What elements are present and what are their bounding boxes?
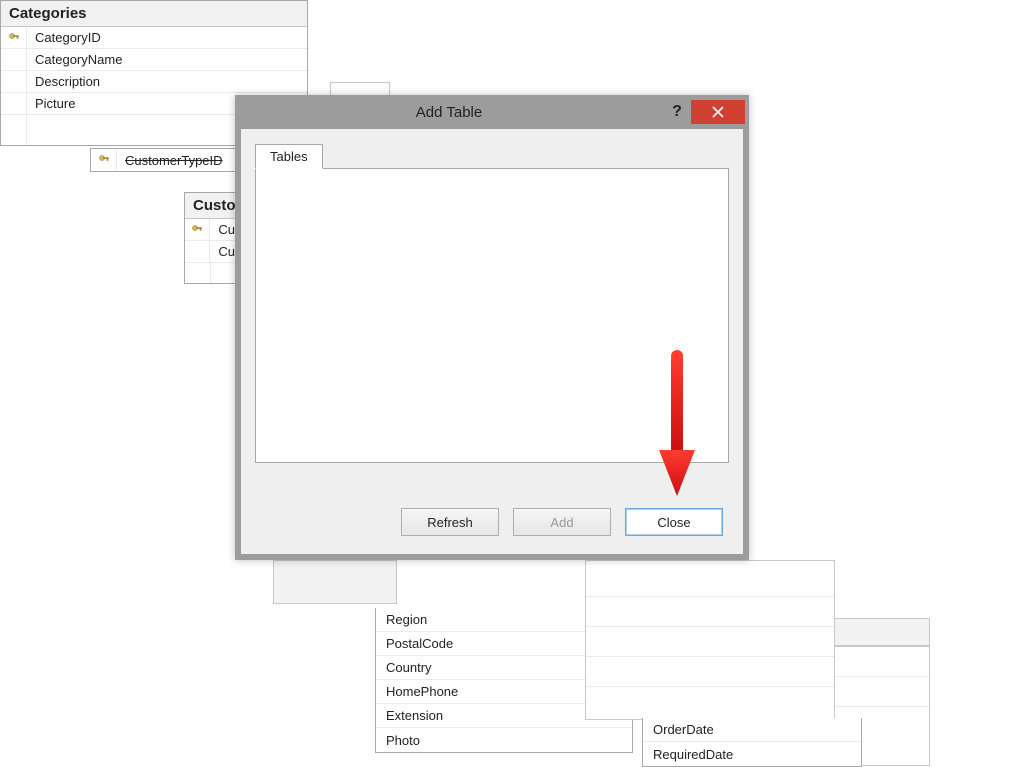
dialog-title: Add Table (235, 104, 663, 121)
field-name: Photo (386, 733, 420, 748)
dialog-titlebar[interactable]: Add Table ? (235, 95, 749, 129)
primary-key-icon (1, 27, 27, 48)
add-table-dialog: Add Table ? Tables Refresh Add Close (235, 95, 749, 560)
field-name: Extension (386, 708, 443, 723)
schema-table-title: Categories (1, 1, 307, 27)
field-name: CustomerTypeID (117, 153, 231, 168)
primary-key-icon (185, 219, 210, 240)
dialog-body: Tables Refresh Add Close (235, 129, 749, 560)
field-name: Description (27, 74, 108, 89)
field-name: Picture (27, 96, 83, 111)
field-name: Country (386, 660, 432, 675)
field-name: CategoryID (27, 30, 109, 45)
close-icon (712, 106, 724, 118)
close-button[interactable]: Close (625, 508, 723, 536)
schema-table-orders-partial: OrderDate RequiredDate (642, 718, 862, 767)
table-row[interactable]: CategoryName (1, 49, 307, 71)
field-name: PostalCode (386, 636, 453, 651)
schema-fragment (834, 618, 930, 646)
schema-fragment (273, 560, 397, 604)
tab-tables[interactable]: Tables (255, 144, 323, 169)
table-row[interactable]: CategoryID (1, 27, 307, 49)
window-close-button[interactable] (691, 100, 745, 124)
table-row[interactable]: RequiredDate (643, 742, 861, 766)
field-name: CategoryName (27, 52, 130, 67)
tabstrip: Tables (255, 143, 729, 168)
table-row[interactable]: OrderDate (643, 718, 861, 742)
table-row[interactable]: Photo (376, 728, 632, 752)
field-name: RequiredDate (653, 747, 733, 762)
dialog-button-row: Refresh Add Close (401, 508, 723, 536)
schema-fragment (585, 560, 835, 720)
refresh-button[interactable]: Refresh (401, 508, 499, 536)
help-button[interactable]: ? (663, 103, 691, 121)
field-name: HomePhone (386, 684, 458, 699)
add-button: Add (513, 508, 611, 536)
field-name: OrderDate (653, 722, 714, 737)
table-row[interactable]: Description (1, 71, 307, 93)
primary-key-icon (91, 149, 117, 171)
field-name: Region (386, 612, 427, 627)
tables-listbox[interactable] (255, 168, 729, 463)
